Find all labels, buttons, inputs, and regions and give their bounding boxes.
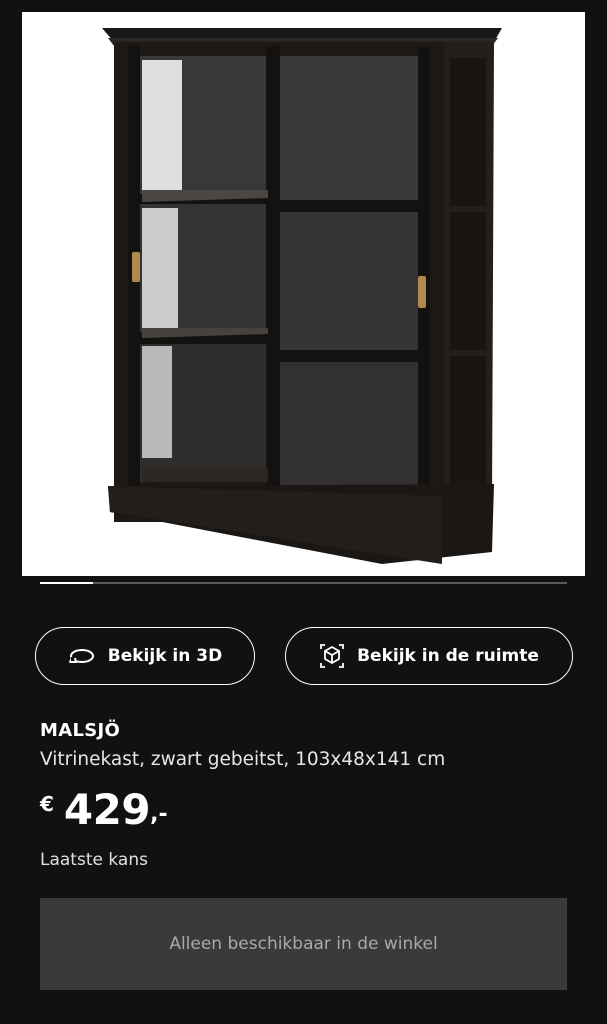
carousel-progress-fill — [40, 582, 93, 584]
availability-box: Alleen beschikbaar in de winkel — [40, 898, 567, 990]
rotate-3d-icon — [68, 646, 96, 666]
view-3d-button[interactable]: Bekijk in 3D — [35, 627, 255, 685]
status-label: Laatste kans — [40, 850, 148, 870]
product-image[interactable] — [22, 12, 585, 576]
view-3d-label: Bekijk in 3D — [107, 646, 223, 666]
ar-cube-icon — [319, 643, 345, 669]
cabinet-illustration — [102, 28, 502, 564]
product-price: € 429 ,- — [40, 786, 168, 834]
price-integer: 429 — [63, 785, 151, 834]
price-currency: € — [40, 792, 54, 816]
product-name: MALSJÖ — [40, 720, 121, 741]
view-in-room-button[interactable]: Bekijk in de ruimte — [285, 627, 573, 685]
availability-text: Alleen beschikbaar in de winkel — [169, 934, 438, 954]
price-decimal: ,- — [150, 802, 168, 827]
carousel-progress — [40, 582, 567, 584]
view-in-room-label: Bekijk in de ruimte — [357, 646, 539, 666]
product-page: Bekijk in 3D Bekijk in de ruimte MALSJÖ … — [0, 0, 607, 1024]
product-description: Vitrinekast, zwart gebeitst, 103x48x141 … — [40, 749, 446, 770]
